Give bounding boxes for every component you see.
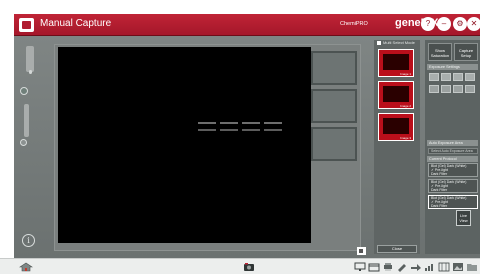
minimize-button[interactable]: – xyxy=(437,17,451,31)
app-logo-icon xyxy=(19,18,34,32)
home-icon[interactable] xyxy=(18,262,34,272)
focus-toggle-icon[interactable] xyxy=(20,87,28,95)
protocol-item-selected[interactable]: Blot (Gel) Dark (White) ✓ Pre-light Dark… xyxy=(428,195,478,209)
zoom-slider[interactable] xyxy=(26,46,34,72)
edit-icon[interactable] xyxy=(396,262,408,272)
grid-icon[interactable] xyxy=(438,262,450,272)
exposure-option[interactable] xyxy=(465,85,475,93)
captured-image-thumbnail[interactable]: Image 1 xyxy=(378,49,414,77)
brightness-slider[interactable] xyxy=(24,104,29,137)
protocol-option: Dark Filter xyxy=(431,204,448,208)
title-bar: Manual Capture ChemiPRO genePIX ? – ⚙ ✕ xyxy=(14,14,480,36)
protocol-option: Dark Filter xyxy=(431,188,448,192)
capture-setup-button[interactable]: Capture Setup xyxy=(454,43,478,61)
fullscreen-button[interactable] xyxy=(357,247,366,255)
info-icon[interactable]: i xyxy=(22,234,35,247)
captured-images-column: Multi Select Mode Image 1 Image 2 Image … xyxy=(374,40,420,254)
close-window-button[interactable]: ✕ xyxy=(467,17,480,31)
auto-exposure-area-field[interactable]: Select Auto Exposure Area xyxy=(428,148,478,154)
camera-image-viewport[interactable] xyxy=(58,47,311,243)
image-icon[interactable] xyxy=(452,262,464,272)
image-frame xyxy=(54,44,361,251)
gel-band xyxy=(220,129,238,131)
thumbnail-image xyxy=(383,86,409,102)
close-button[interactable]: Close xyxy=(377,245,417,253)
slider-handle-icon[interactable] xyxy=(29,70,32,74)
captured-image-thumbnail[interactable]: Image 2 xyxy=(378,81,414,109)
chart-icon[interactable] xyxy=(424,262,436,272)
exposure-option[interactable] xyxy=(441,73,451,81)
exposure-option[interactable] xyxy=(441,85,451,93)
brand-chemipro: ChemiPRO xyxy=(340,21,368,27)
monitor-icon[interactable] xyxy=(354,262,366,272)
window-icon[interactable] xyxy=(368,262,380,272)
settings-button[interactable]: ⚙ xyxy=(453,17,467,31)
print-icon[interactable] xyxy=(382,262,394,272)
exposure-option[interactable] xyxy=(465,73,475,81)
multi-select-checkbox[interactable] xyxy=(377,41,381,45)
gel-band xyxy=(242,122,260,124)
captured-image-thumbnail[interactable]: Image 3 xyxy=(378,113,414,141)
auto-exposure-title: Auto Exposure Area xyxy=(427,140,478,146)
exposure-option[interactable] xyxy=(429,85,439,93)
taskbar xyxy=(0,258,480,274)
preview-thumbnail[interactable] xyxy=(311,89,357,123)
thumbnail-image xyxy=(383,118,409,134)
multi-select-label: Multi Select Mode xyxy=(383,40,415,45)
gel-band xyxy=(264,129,282,131)
protocol-section-title: Current Protocol xyxy=(427,156,478,162)
thumbnail-caption: Image 3 xyxy=(400,136,411,140)
exposure-option[interactable] xyxy=(429,73,439,81)
protocol-item[interactable]: Blot (Gel) Dark (White) ✓ Pre-light Dark… xyxy=(428,179,478,193)
workspace: i Multi Select Mode Image 1 Image 2 Imag… xyxy=(14,36,480,258)
camera-icon[interactable] xyxy=(242,262,256,272)
capture-settings-panel: Show Saturation Capture Setup Exposure S… xyxy=(425,40,480,254)
exposure-option[interactable] xyxy=(453,73,463,81)
show-saturation-button[interactable]: Show Saturation xyxy=(428,43,452,61)
thumbnail-image xyxy=(383,54,409,70)
gel-band xyxy=(198,122,216,124)
protocol-item[interactable]: Blot (Gel) Dark (White) ✓ Pre-light Dark… xyxy=(428,163,478,177)
gel-band xyxy=(264,122,282,124)
folder-icon[interactable] xyxy=(466,262,478,272)
live-view-button[interactable]: Live View xyxy=(456,210,471,226)
preview-thumbnail[interactable] xyxy=(311,51,357,85)
protocol-option: Dark Filter xyxy=(431,172,448,176)
reset-icon[interactable] xyxy=(20,139,27,146)
help-button[interactable]: ? xyxy=(421,17,435,31)
manual-capture-window: Manual Capture ChemiPRO genePIX ? – ⚙ ✕ … xyxy=(0,0,480,274)
thumbnail-caption: Image 2 xyxy=(400,104,411,108)
gel-band xyxy=(198,129,216,131)
exposure-option[interactable] xyxy=(453,85,463,93)
gel-band xyxy=(220,122,238,124)
exposure-section-title: Exposure Settings xyxy=(427,64,478,70)
arrow-icon[interactable] xyxy=(410,262,422,272)
gel-band xyxy=(242,129,260,131)
thumbnail-caption: Image 1 xyxy=(400,72,411,76)
window-title: Manual Capture xyxy=(40,18,112,29)
preview-thumbnail[interactable] xyxy=(311,127,357,161)
